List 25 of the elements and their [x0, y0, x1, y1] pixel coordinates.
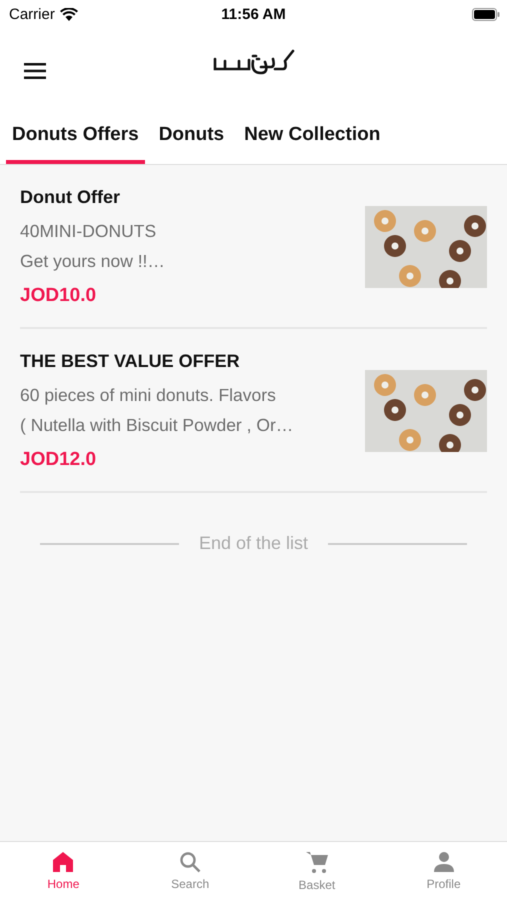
nav-tab[interactable]: Profile: [380, 842, 507, 900]
nav-tab[interactable]: Home: [0, 842, 127, 900]
offer-description: ( Nutella with Biscuit Powder , Or…: [20, 415, 294, 436]
cart-icon: [304, 850, 329, 874]
menu-icon[interactable]: [24, 63, 46, 79]
offer-description: 60 pieces of mini donuts. Flavors: [20, 385, 277, 406]
offer-price: JOD10.0: [20, 285, 98, 307]
nav-tab[interactable]: Basket: [254, 842, 380, 900]
offer-title: THE BEST VALUE OFFER: [20, 351, 241, 372]
offer-description: 40MINI-DONUTS: [20, 221, 158, 242]
battery-icon: [472, 8, 500, 20]
wifi-icon: [60, 8, 78, 20]
offer-price: JOD12.0: [20, 449, 98, 471]
category-tab[interactable]: New Collection: [238, 114, 386, 164]
nav-tab[interactable]: Search: [126, 842, 254, 900]
category-tab[interactable]: Donuts Offers: [6, 114, 145, 164]
clock-time: 11:56 AM: [221, 6, 286, 22]
home-icon: [52, 851, 74, 873]
carrier-name: Carrier: [9, 6, 55, 22]
category-tab[interactable]: Donuts: [152, 114, 230, 164]
person-icon: [432, 851, 455, 873]
offer-description: Get yours now !!…: [20, 251, 165, 272]
search-icon: [179, 851, 202, 873]
end-of-list-text: End of the list: [198, 533, 308, 554]
offer-title: Donut Offer: [20, 187, 121, 208]
